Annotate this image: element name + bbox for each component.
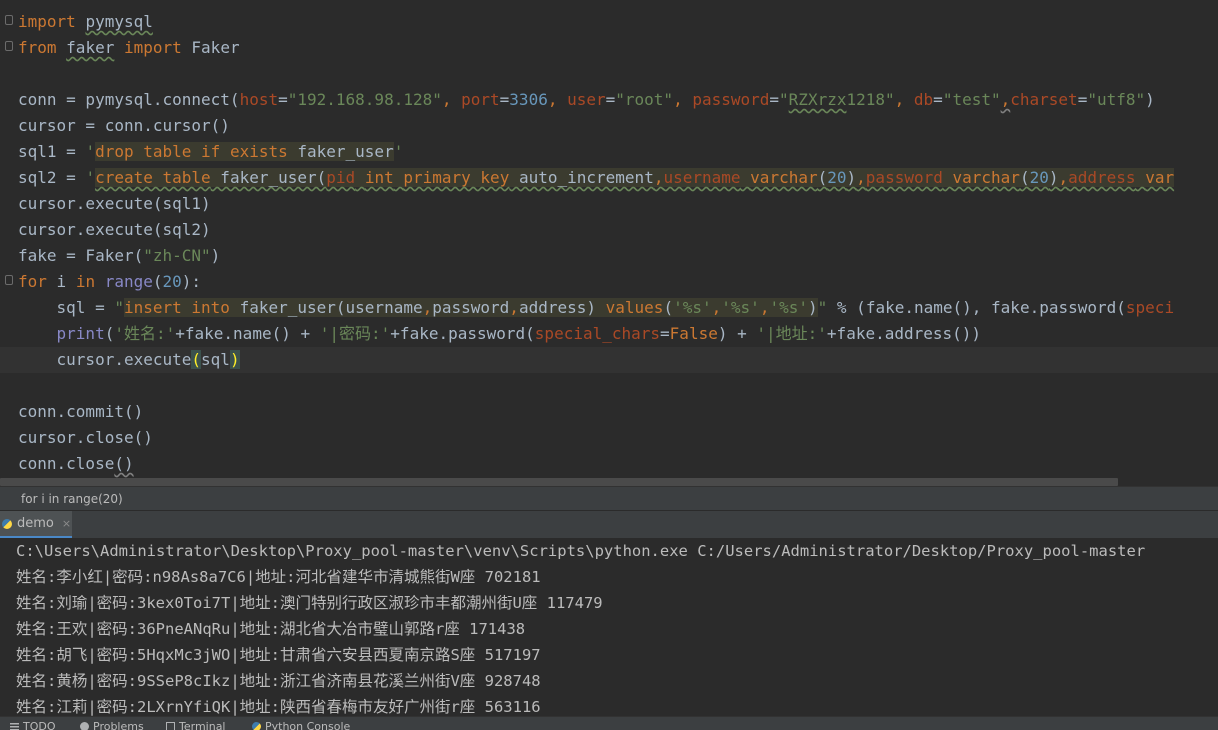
code-line-6: sql1 = 'drop table if exists faker_user': [18, 142, 404, 161]
code-lines: import pymysql from faker import Faker c…: [0, 9, 1218, 477]
console-line: 姓名:李小红|密码:n98As8a7C6|地址:河北省建华市清城熊街W座 702…: [16, 568, 541, 586]
horizontal-scrollbar[interactable]: [0, 478, 1118, 486]
fold-icon[interactable]: [5, 275, 13, 285]
code-line-9: cursor.execute(sql2): [18, 220, 211, 239]
console-line: 姓名:刘瑜|密码:3kex0Toi7T|地址:澳门特别行政区淑珍市丰都潮州街U座…: [16, 594, 603, 612]
matched-paren: ): [229, 350, 240, 369]
code-line-13: print('姓名:'+fake.name() + '|密码:'+fake.pa…: [56, 324, 982, 343]
code-line-4: conn = pymysql.connect(host="192.168.98.…: [18, 90, 1155, 109]
code-line-5: cursor = conn.cursor(): [18, 116, 230, 135]
code-line-7: sql2 = 'create table faker_user(pid int …: [18, 168, 1175, 187]
code-line-18: conn.close(): [18, 454, 134, 473]
console-line: C:\Users\Administrator\Desktop\Proxy_poo…: [16, 542, 1146, 560]
close-icon[interactable]: ×: [62, 517, 71, 530]
code-line-14: cursor.execute(sql): [0, 347, 1218, 373]
code-line-10: fake = Faker("zh-CN"): [18, 246, 221, 265]
code-line-1: import pymysql: [18, 12, 153, 31]
editor-gutter: [0, 0, 14, 486]
fold-icon[interactable]: [5, 41, 13, 51]
matched-paren: (: [191, 350, 202, 369]
console-line: 姓名:王欢|密码:36PneANqRu|地址:湖北省大冶市璧山郭路r座 1714…: [16, 620, 526, 638]
code-line-2: from faker import Faker: [18, 38, 240, 57]
code-line-11: for i in range(20):: [18, 272, 202, 291]
run-tab-label: demo: [17, 516, 54, 531]
run-console-output[interactable]: C:\Users\Administrator\Desktop\Proxy_poo…: [0, 538, 1218, 716]
console-line: 姓名:胡飞|密码:5HqxMc3jWO|地址:甘肃省六安县西夏南京路S座 517…: [16, 646, 541, 664]
breadcrumb[interactable]: for i in range(20): [0, 486, 1218, 510]
fold-icon[interactable]: [5, 15, 13, 25]
run-tool-window-tabs: demo ×: [0, 510, 1218, 539]
code-editor[interactable]: import pymysql from faker import Faker c…: [0, 0, 1218, 486]
console-line: 姓名:黄杨|密码:9SSeP8cIkz|地址:浙江省济南县花溪兰州街V座 928…: [16, 672, 541, 690]
run-tab-demo[interactable]: demo ×: [0, 511, 72, 539]
code-line-12: sql = "insert into faker_user(username,p…: [18, 298, 1175, 317]
code-line-8: cursor.execute(sql1): [18, 194, 211, 213]
code-line-16: conn.commit(): [18, 402, 144, 421]
bottom-tool-bar: TODO Problems Terminal Python Console: [0, 716, 1218, 730]
python-icon: [2, 518, 12, 529]
console-line: 姓名:江莉|密码:2LXrnYfiQK|地址:陕西省春梅市友好广州街r座 563…: [16, 698, 541, 716]
code-line-17: cursor.close(): [18, 428, 153, 447]
